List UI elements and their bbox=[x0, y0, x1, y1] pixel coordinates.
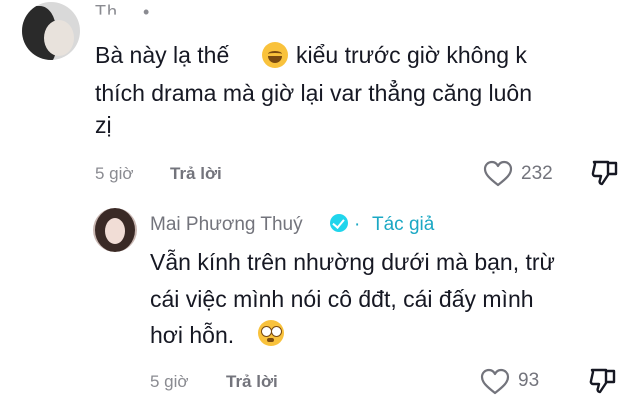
like-count: 93 bbox=[518, 370, 540, 391]
author-username[interactable]: Mai Phương Thuý bbox=[150, 214, 303, 236]
reply-button[interactable]: Trả lời bbox=[170, 164, 222, 184]
comment-text-line-1a: Bà này lạ thế bbox=[95, 42, 230, 68]
avatar-face bbox=[44, 20, 74, 56]
comment-text-line-1b: kiểu trước giờ không k bbox=[296, 42, 527, 68]
reply-text-line-2b: , cái đấy mình bbox=[390, 286, 534, 312]
like-count: 232 bbox=[521, 163, 553, 184]
commenter-avatar[interactable] bbox=[22, 2, 80, 60]
comment-text-line-2: thích drama mà giờ lại var thẳng căng lu… bbox=[95, 80, 532, 106]
thumbs-down-outline-icon[interactable] bbox=[590, 158, 620, 188]
verified-badge-icon bbox=[330, 214, 348, 232]
author-badge: Tác giả bbox=[372, 214, 435, 235]
reply-text-line-1: Vẫn kính trên nhường dưới mà bạn, trừ bbox=[150, 249, 555, 275]
reply-text-line-3: hơi hỗn. bbox=[150, 322, 235, 348]
comment-text-line-3: zị bbox=[95, 112, 112, 138]
flushed-face-emoji-icon bbox=[258, 320, 284, 346]
rolling-on-floor-laughing-emoji-icon bbox=[262, 42, 288, 68]
commenter-username[interactable]: Th… • bbox=[95, 2, 150, 15]
heart-outline-icon[interactable] bbox=[480, 368, 510, 396]
comment-timestamp: 5 giờ bbox=[95, 164, 134, 183]
reply-timestamp: 5 giờ bbox=[150, 372, 189, 391]
reply-text-line-2: cái việc mình nói cô d́đt, cái đấy mình bbox=[150, 282, 534, 316]
separator-dot: · bbox=[354, 214, 361, 235]
reply-button[interactable]: Trả lời bbox=[226, 372, 278, 392]
author-avatar[interactable] bbox=[93, 208, 137, 252]
reply-text-line-2a: cái việc mình nói cô d́đt bbox=[150, 286, 391, 312]
heart-outline-icon[interactable] bbox=[483, 160, 513, 188]
avatar-face bbox=[105, 218, 125, 244]
thumbs-down-outline-icon[interactable] bbox=[588, 366, 618, 396]
